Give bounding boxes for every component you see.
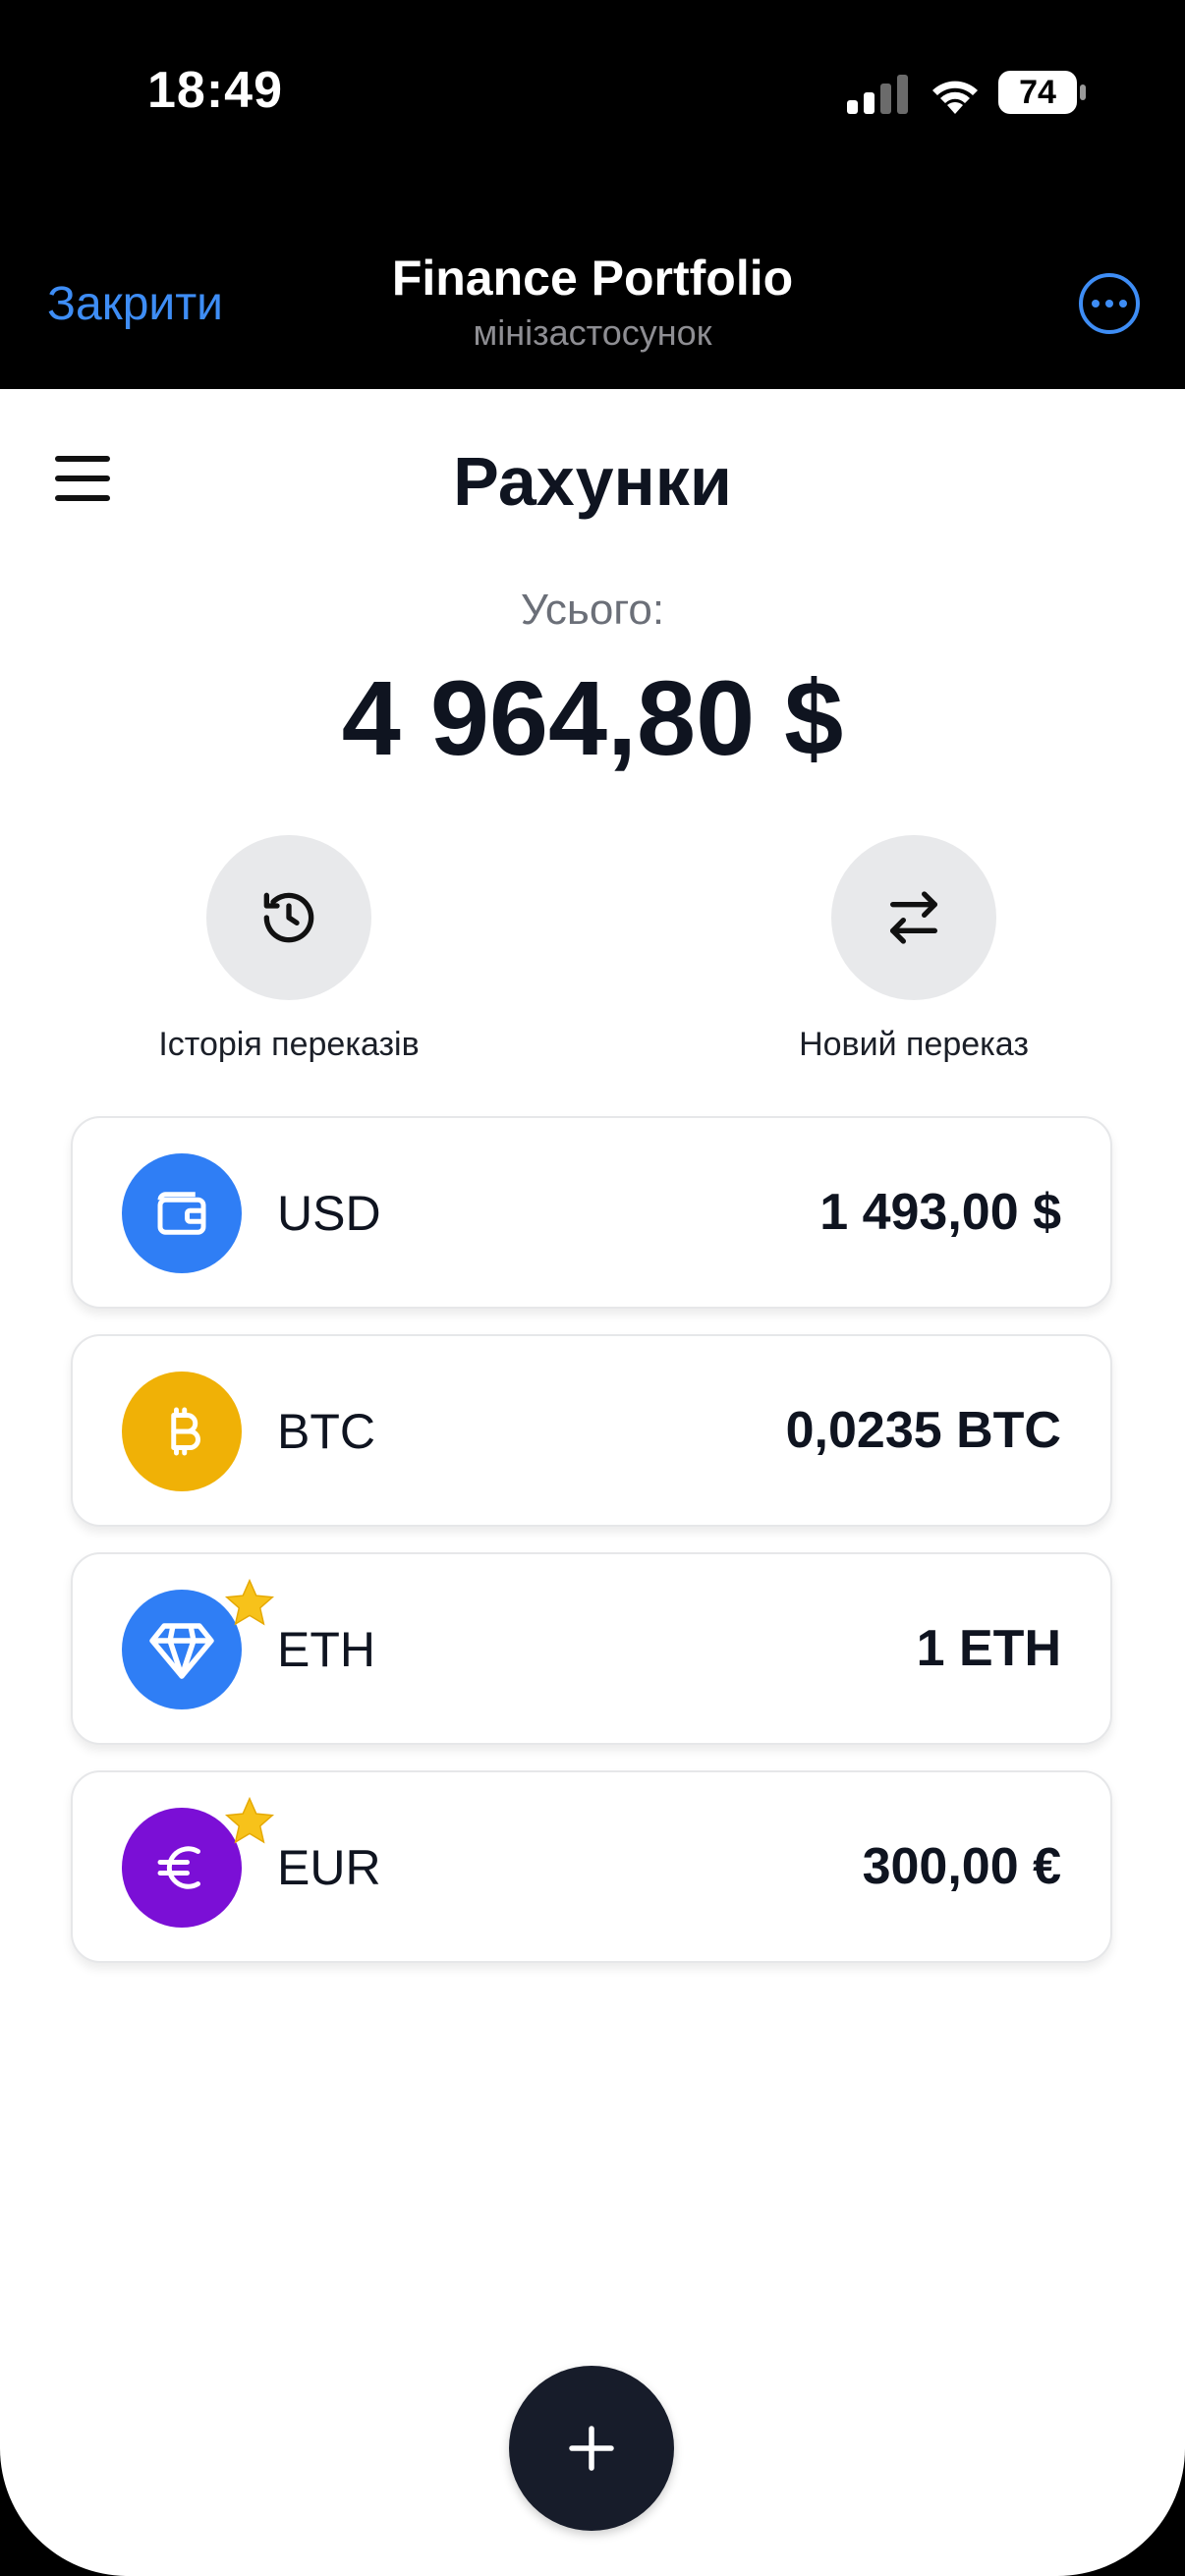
battery-icon: 74: [998, 71, 1077, 114]
total-label: Усього:: [520, 586, 665, 634]
page-title: Рахунки: [453, 443, 732, 520]
account-card-usd[interactable]: USD 1 493,00 $: [71, 1116, 1112, 1309]
battery-tip: [1080, 84, 1086, 100]
content-area: Рахунки Усього: 4 964,80 $ Історія перек…: [0, 389, 1185, 2576]
cellular-signal-icon: [847, 75, 908, 114]
new-transfer-label: Новий переказ: [799, 1026, 1029, 1063]
app-title: Finance Portfolio: [391, 251, 794, 306]
star-icon: [224, 1578, 275, 1626]
more-options-button[interactable]: [1079, 273, 1140, 334]
account-card-btc[interactable]: BTC 0,0235 BTC: [71, 1334, 1112, 1527]
mini-app-header: Закрити Finance Portfolio мінізастосунок: [0, 236, 1185, 389]
star-icon: [224, 1796, 275, 1844]
wifi-icon: [932, 81, 978, 114]
transfer-arrows-icon: [890, 891, 937, 944]
battery-level: 74: [1019, 74, 1056, 111]
new-transfer-action[interactable]: Новий переказ: [766, 835, 1061, 1064]
bitcoin-icon: [122, 1372, 242, 1491]
app-subtitle: мінізастосунок: [473, 312, 712, 353]
status-bar: 18:49 74: [0, 0, 1185, 196]
history-label: Історія переказів: [158, 1026, 420, 1063]
account-code: EUR: [277, 1840, 381, 1895]
account-card-eth[interactable]: ETH 1 ETH: [71, 1552, 1112, 1745]
plus-icon: [569, 2426, 614, 2471]
account-code: BTC: [277, 1404, 375, 1459]
account-amount: 0,0235 BTC: [785, 1402, 1061, 1459]
status-time: 18:49: [147, 62, 283, 119]
account-card-eur[interactable]: EUR 300,00 €: [71, 1770, 1112, 1963]
account-amount: 300,00 €: [862, 1838, 1061, 1895]
more-dot-icon: [1092, 300, 1100, 308]
more-dot-icon: [1119, 300, 1127, 308]
account-amount: 1 493,00 $: [819, 1184, 1061, 1241]
account-code: USD: [277, 1186, 381, 1241]
screen: 18:49 74 Закрити Finance Portfolio мініз…: [0, 0, 1185, 2576]
wallet-icon: [122, 1153, 242, 1273]
account-amount: 1 ETH: [916, 1620, 1061, 1677]
history-button[interactable]: [206, 835, 371, 1000]
add-account-button[interactable]: [509, 2366, 674, 2531]
history-action[interactable]: Історія переказів: [141, 835, 436, 1064]
account-code: ETH: [277, 1622, 375, 1677]
new-transfer-button[interactable]: [831, 835, 996, 1000]
history-icon: [263, 892, 314, 943]
more-dot-icon: [1105, 300, 1113, 308]
total-value: 4 964,80 $: [341, 658, 844, 777]
